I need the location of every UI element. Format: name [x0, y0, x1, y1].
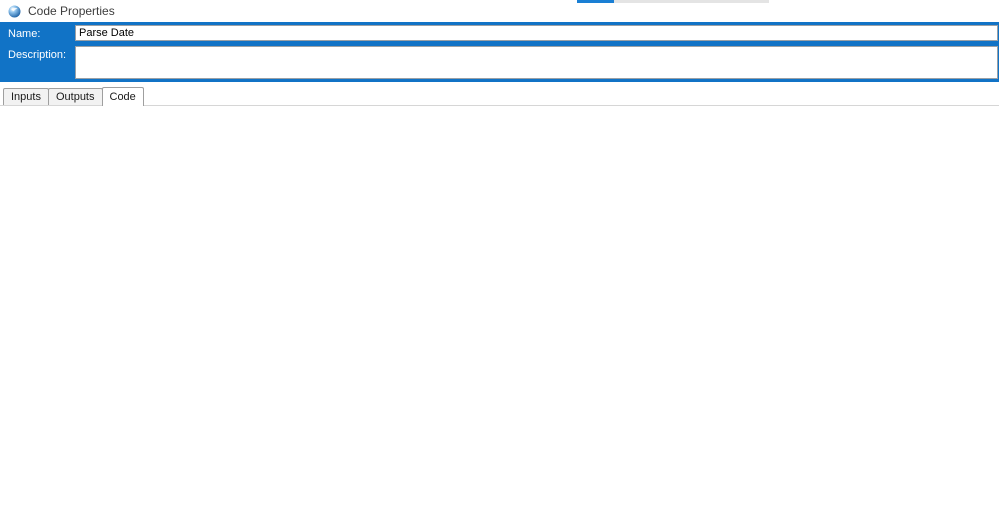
- code-tab-page: [0, 105, 999, 518]
- properties-panel: Name: Description:: [0, 22, 999, 82]
- description-label: Description:: [8, 49, 67, 61]
- name-label: Name:: [8, 28, 41, 40]
- tab-strip: Inputs Outputs Code: [0, 86, 999, 106]
- name-input[interactable]: [75, 25, 998, 41]
- tab-outputs[interactable]: Outputs: [47, 88, 103, 105]
- tab-code[interactable]: Code: [101, 87, 144, 106]
- tab-inputs[interactable]: Inputs: [3, 88, 49, 105]
- description-input[interactable]: [75, 46, 998, 79]
- window-title: Code Properties: [28, 4, 115, 18]
- code-stage-icon: [8, 5, 21, 18]
- code-properties-window: Code Properties Name: Description: Input…: [0, 0, 999, 518]
- title-bar: Code Properties: [0, 0, 999, 22]
